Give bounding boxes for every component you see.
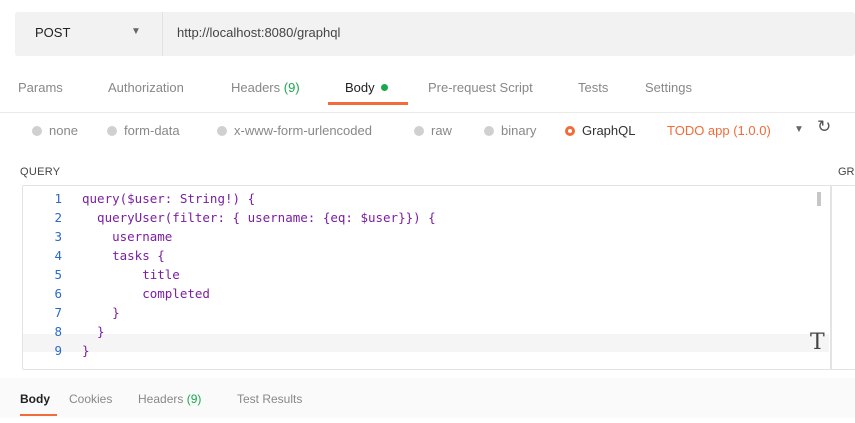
radio-raw[interactable]: raw [414, 123, 452, 138]
radio-label: form-data [124, 123, 180, 138]
radio-icon [107, 126, 117, 136]
radio-label: x-www-form-urlencoded [234, 123, 372, 138]
tab-headers-label: Headers [231, 80, 281, 95]
graphql-variables-editor[interactable] [830, 185, 855, 370]
code-text: query($user: String!) { [82, 191, 256, 206]
line-number: 9 [54, 343, 62, 358]
editor-scrollbar[interactable] [817, 192, 821, 206]
code-line: 6 completed [22, 284, 436, 303]
response-tab-headers-label: Headers [138, 392, 184, 406]
radio-none[interactable]: none [32, 123, 78, 138]
radio-label: raw [431, 123, 452, 138]
schema-select[interactable]: TODO app (1.0.0) [667, 123, 771, 138]
code-text: title [82, 267, 180, 282]
code-text: tasks { [82, 248, 165, 263]
query-section-title: QUERY [20, 166, 61, 178]
text-cursor-icon: T [810, 330, 825, 355]
modified-dot [380, 84, 388, 91]
tab-headers[interactable]: Headers (9) [231, 80, 300, 95]
radio-x-www-form-urlencoded[interactable]: x-www-form-urlencoded [217, 123, 372, 138]
radio-icon [484, 126, 494, 136]
response-tabs [0, 378, 855, 418]
tab-body[interactable]: Body [345, 80, 388, 95]
active-tab-indicator [328, 102, 408, 105]
response-tab-body[interactable]: Body [20, 392, 50, 406]
radio-icon [414, 126, 424, 136]
code-text: completed [82, 286, 210, 301]
radio-label: GraphQL [582, 123, 636, 138]
code-text: username [82, 229, 173, 244]
radio-form-data[interactable]: form-data [107, 123, 180, 138]
active-response-tab-indicator [20, 414, 57, 416]
url-bar: POST ▼ http://localhost:8080/graphql [15, 12, 855, 56]
request-tabs: Params Authorization Headers (9) Body Pr… [0, 72, 855, 113]
chevron-down-icon[interactable]: ▼ [794, 124, 804, 135]
code-line: 5 title [22, 265, 436, 284]
radio-label: binary [501, 123, 537, 138]
response-tab-test-results[interactable]: Test Results [237, 392, 302, 406]
code-line: 3 username [22, 227, 436, 246]
radio-graphql[interactable]: GraphQL [565, 123, 635, 138]
radio-label: none [49, 123, 78, 138]
code-text: queryUser(filter: { username: {eq: $user… [82, 210, 436, 225]
refresh-icon[interactable]: ↻ [817, 117, 831, 137]
radio-binary[interactable]: binary [484, 123, 536, 138]
graphql-variables-title: GR [838, 166, 855, 178]
code-lines: 1 query($user: String!) { 2 queryUser(fil… [22, 189, 436, 360]
line-number: 2 [54, 210, 62, 225]
tab-settings[interactable]: Settings [645, 80, 692, 95]
tab-body-label: Body [345, 80, 375, 95]
line-number: 5 [54, 267, 62, 282]
code-text: } [82, 343, 90, 358]
code-line: 8 } [22, 322, 436, 341]
response-tab-cookies[interactable]: Cookies [69, 392, 112, 406]
divider [162, 12, 163, 56]
code-line: 2 queryUser(filter: { username: {eq: $us… [22, 208, 436, 227]
radio-icon [217, 126, 227, 136]
code-line: 1 query($user: String!) { [22, 189, 436, 208]
radio-icon [32, 126, 42, 136]
line-number: 7 [54, 305, 62, 320]
headers-count: (9) [283, 80, 300, 95]
line-number: 3 [54, 229, 62, 244]
tab-pre-request-script[interactable]: Pre-request Script [428, 80, 533, 95]
line-number: 1 [54, 191, 62, 206]
response-tab-headers[interactable]: Headers (9) [138, 392, 201, 406]
line-number: 8 [54, 324, 62, 339]
code-line: 9} [22, 341, 436, 360]
chevron-down-icon[interactable]: ▼ [131, 26, 141, 37]
line-number: 6 [54, 286, 62, 301]
tab-tests[interactable]: Tests [578, 80, 608, 95]
code-text: } [82, 324, 105, 339]
url-input[interactable]: http://localhost:8080/graphql [177, 25, 340, 40]
code-line: 7 } [22, 303, 436, 322]
tab-authorization[interactable]: Authorization [108, 80, 184, 95]
radio-selected-icon [565, 126, 575, 136]
code-text: } [82, 305, 120, 320]
tab-params[interactable]: Params [18, 80, 63, 95]
method-select[interactable]: POST [35, 25, 70, 40]
line-number: 4 [54, 248, 62, 263]
response-headers-count: (9) [186, 392, 202, 406]
code-line: 4 tasks { [22, 246, 436, 265]
